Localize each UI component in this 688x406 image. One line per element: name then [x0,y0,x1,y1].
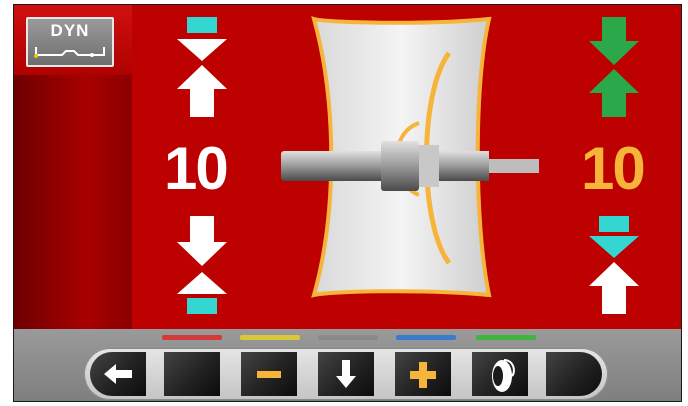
plus-key[interactable] [395,352,451,396]
bottom-toolbar [14,329,681,401]
indicator-red [162,335,222,340]
down-key[interactable] [318,352,374,396]
plus-icon [410,362,436,388]
left-plane-value: 10 [164,135,229,202]
minus-key[interactable] [241,352,297,396]
wheel-diagram [281,16,539,298]
left-upper-arrows [177,17,227,117]
rim-profile-icon [34,47,105,58]
wheel-key[interactable] [472,352,528,396]
function-key-bar [84,348,608,400]
back-key[interactable] [90,352,146,396]
mode-label: DYN [50,21,90,40]
indicator-green [476,335,536,340]
indicator-yellow [240,335,300,340]
left-lower-arrows [177,216,227,314]
minus-icon [257,371,281,378]
screen-frame: DYN 10 10 [13,4,682,402]
mode-button[interactable]: DYN [26,17,114,67]
wheel-icon [492,359,515,392]
arrow-left-icon [104,364,132,384]
f6-key[interactable] [546,352,602,396]
arrow-down-icon [336,360,356,388]
indicator-blue [396,335,456,340]
right-plane-value: 10 [581,135,646,202]
right-upper-arrows [589,17,639,117]
right-lower-arrows [589,216,639,314]
f1-key[interactable] [164,352,220,396]
indicator-gray [318,335,378,340]
